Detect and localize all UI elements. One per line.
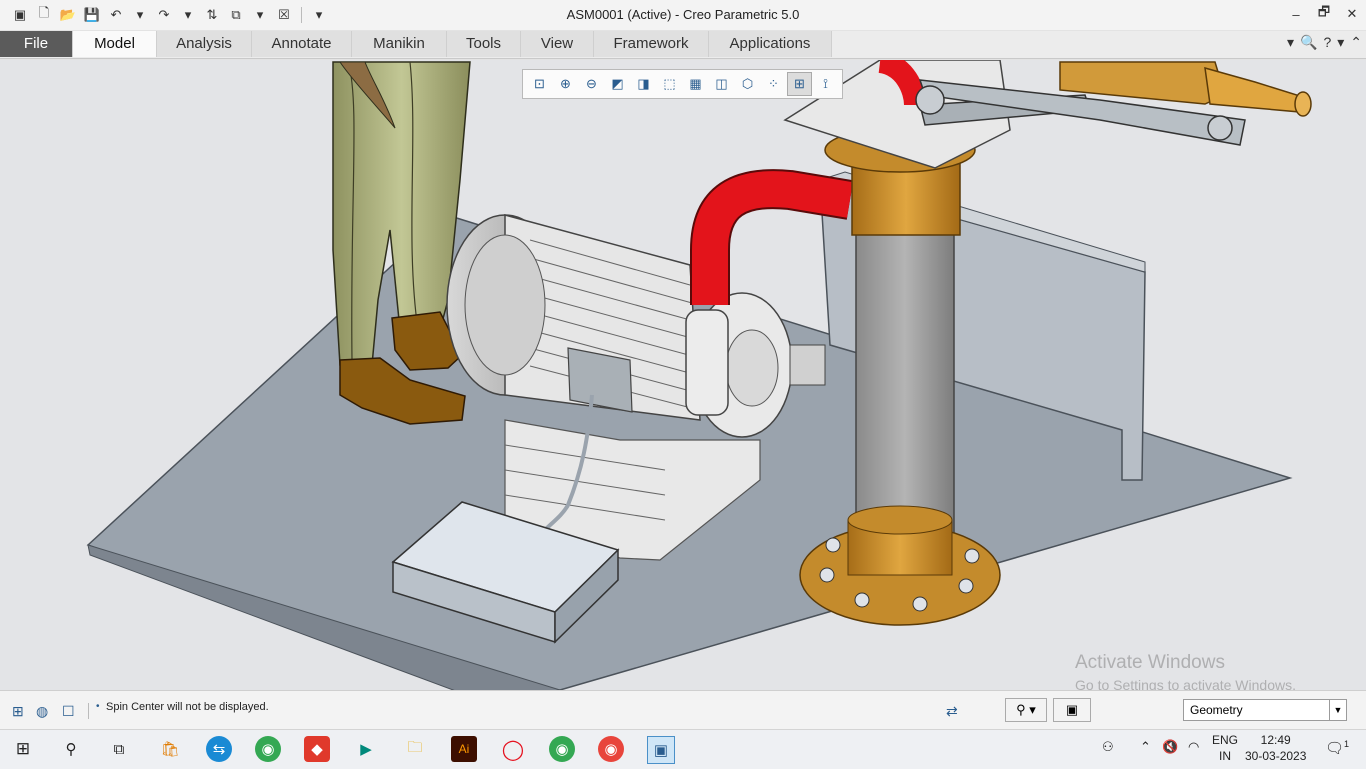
ribbon-options-dropdown-icon[interactable]: ▾	[1287, 34, 1294, 51]
tab-analysis[interactable]: Analysis	[157, 31, 252, 57]
start-icon[interactable]: ⊞	[10, 736, 36, 762]
illustrator-icon[interactable]: Ai	[451, 736, 477, 762]
status-bar: ⊞ ◍ ☐ • Spin Center will not be displaye…	[0, 690, 1366, 730]
chrome-profile-icon[interactable]: ◉	[549, 736, 575, 762]
view-manager-icon[interactable]: ▦	[683, 72, 708, 96]
saved-orientations-icon[interactable]: ⬚	[657, 72, 682, 96]
notification-icon[interactable]: 🗨1	[1325, 739, 1349, 757]
datum-display-icon[interactable]: ⁘	[761, 72, 786, 96]
title-bar: ▣ 🗋 📂 💾 ↶ ▾ ↷ ▾ ⇅ ⧉ ▾ ☒ ▾ ASM0001 (Activ…	[0, 0, 1366, 30]
find-icon[interactable]: ⚲ ▾	[1005, 698, 1047, 722]
zoom-in-icon[interactable]: ⊕	[553, 72, 578, 96]
perspective-view-icon[interactable]: ◫	[709, 72, 734, 96]
section-icon[interactable]: ⬡	[735, 72, 760, 96]
selection-filter-dropdown[interactable]: Geometry ▼	[1183, 699, 1347, 721]
status-message: Spin Center will not be displayed.	[106, 701, 269, 713]
anydesk-icon[interactable]: ◆	[304, 736, 330, 762]
chrome-icon[interactable]: ◉	[255, 736, 281, 762]
help-dropdown-icon[interactable]: ▾	[1337, 34, 1344, 51]
language-indicator[interactable]: ENG IN	[1212, 732, 1238, 764]
wifi-icon[interactable]: ◠	[1188, 739, 1199, 755]
model-tree-toggle-icon[interactable]: ⊞	[12, 703, 24, 720]
tab-applications[interactable]: Applications	[709, 31, 832, 57]
browser-toggle-icon[interactable]: ◍	[36, 703, 48, 720]
tab-framework[interactable]: Framework	[594, 31, 709, 57]
help-icon[interactable]: ?	[1323, 34, 1331, 51]
teamviewer-icon[interactable]: ⇆	[206, 736, 232, 762]
graphics-window[interactable]	[0, 60, 1366, 690]
meet-icon[interactable]: ▶	[353, 736, 379, 762]
fullscreen-toggle-icon[interactable]: ☐	[62, 703, 75, 720]
people-icon[interactable]: ⚇	[1102, 739, 1114, 755]
regenerate-status-icon[interactable]: ⇄	[946, 703, 958, 720]
language-code: ENG	[1212, 733, 1239, 747]
restore-icon[interactable]: 🗗	[1310, 0, 1338, 28]
tab-view[interactable]: View	[521, 31, 594, 57]
notification-count: 1	[1344, 739, 1350, 749]
tab-tools[interactable]: Tools	[447, 31, 521, 57]
windows-taskbar: ⊞ ⚲ ⧉ 🛍 ⇆ ◉ ◆ ▶ 🗀 Ai ◯ ◉ ◉ ▣ ⚇ ⌃ 🔇 ◠ ENG…	[0, 729, 1366, 769]
clock-date: 30-03-2023	[1245, 749, 1307, 763]
opera-icon[interactable]: ◯	[500, 736, 526, 762]
ribbon-right-tools: ▾ 🔍 ? ▾ ⌃	[1287, 34, 1362, 51]
collapse-ribbon-icon[interactable]: ⌃	[1350, 34, 1362, 51]
column-pipe	[855, 199, 955, 546]
search-icon[interactable]: 🔍	[1300, 34, 1317, 51]
annotation-display-icon[interactable]: ⊞	[787, 72, 812, 96]
tab-file[interactable]: File	[0, 31, 73, 57]
volume-muted-icon[interactable]: 🔇	[1162, 739, 1178, 755]
zoom-out-icon[interactable]: ⊖	[579, 72, 604, 96]
tab-model[interactable]: Model	[73, 31, 157, 57]
in-graphics-toolbar: ⊡ ⊕ ⊖ ◩ ◨ ⬚ ▦ ◫ ⬡ ⁘ ⊞ ⟟	[522, 69, 843, 99]
creo-icon[interactable]: ▣	[647, 736, 675, 764]
watermark-title: Activate Windows	[1075, 652, 1225, 673]
task-view-icon[interactable]: ⧉	[106, 736, 132, 762]
chevron-down-icon: ▼	[1329, 700, 1346, 720]
tab-annotate[interactable]: Annotate	[252, 31, 352, 57]
clock[interactable]: 12:49 30-03-2023	[1245, 732, 1306, 764]
display-style-icon[interactable]: ◨	[631, 72, 656, 96]
message-bullet-icon: •	[96, 701, 100, 712]
file-explorer-icon[interactable]: 🗀	[402, 736, 428, 762]
ribbon-tabs: File Model Analysis Annotate Manikin Too…	[0, 31, 1366, 59]
spin-center-icon[interactable]: ⟟	[813, 72, 838, 96]
tab-manikin[interactable]: Manikin	[352, 31, 447, 57]
status-separator	[88, 703, 89, 719]
window-title: ASM0001 (Active) - Creo Parametric 5.0	[566, 7, 800, 22]
selection-filter-value: Geometry	[1190, 703, 1243, 717]
chrome-alt-icon[interactable]: ◉	[598, 736, 624, 762]
assembly-model[interactable]	[0, 60, 1366, 690]
region-code: IN	[1219, 749, 1231, 763]
store-icon[interactable]: 🛍	[157, 736, 183, 762]
minimize-icon[interactable]: –	[1282, 0, 1310, 28]
close-icon[interactable]: ✕	[1338, 0, 1366, 28]
selection-buffer-icon[interactable]: ▣	[1053, 698, 1091, 722]
clock-time: 12:49	[1260, 733, 1291, 747]
window-controls: – 🗗 ✕	[1282, 0, 1366, 28]
show-hidden-icons[interactable]: ⌃	[1140, 739, 1151, 755]
refit-icon[interactable]: ⊡	[527, 72, 552, 96]
repaint-icon[interactable]: ◩	[605, 72, 630, 96]
search-taskbar-icon[interactable]: ⚲	[58, 736, 84, 762]
